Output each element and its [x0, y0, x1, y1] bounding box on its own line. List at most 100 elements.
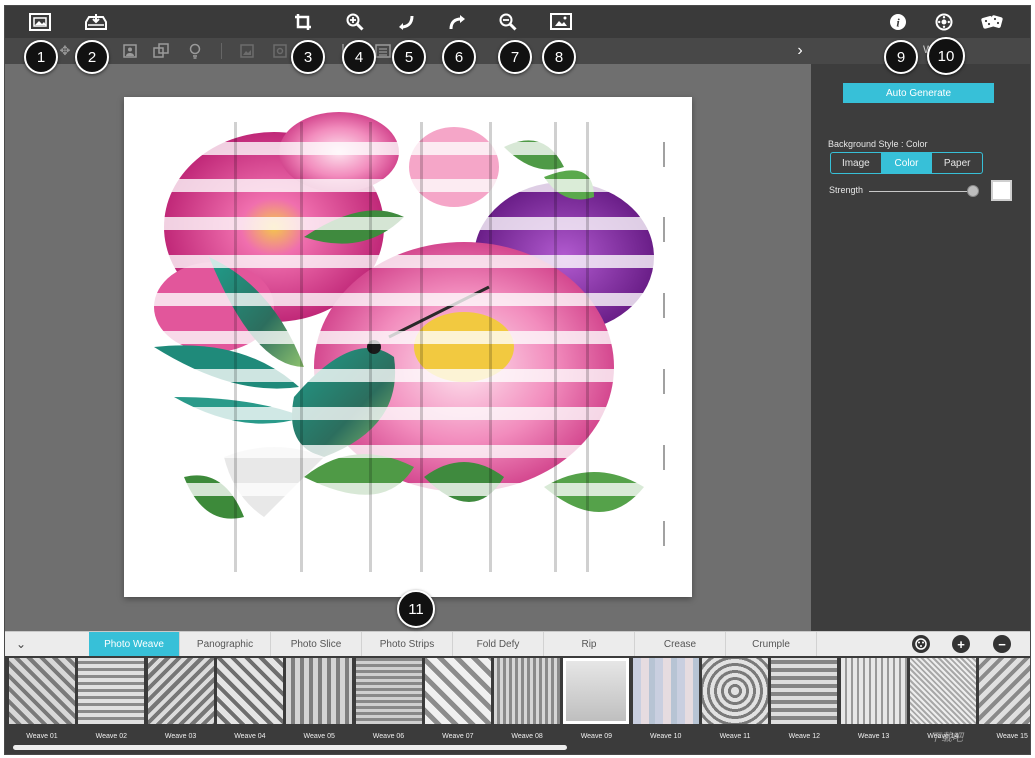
preset-thumbnail[interactable]: Weave 12: [771, 658, 838, 740]
list-icon[interactable]: [373, 42, 393, 60]
preset-thumbnail-label: Weave 01: [26, 733, 58, 740]
lightbulb-icon[interactable]: [185, 42, 205, 60]
canvas-area[interactable]: [5, 64, 811, 631]
preset-thumbnail-image: [702, 658, 768, 724]
background-style-label: Background Style : Color: [828, 139, 928, 149]
tab-panographic[interactable]: Panographic: [180, 632, 271, 657]
random-preset-icon[interactable]: [912, 635, 930, 653]
effects-tabbar: ⌄ Photo Weave Panographic Photo Slice Ph…: [5, 631, 1030, 657]
tab-photo-strips[interactable]: Photo Strips: [362, 632, 453, 657]
style-option-color[interactable]: Color: [881, 153, 933, 173]
target-icon[interactable]: [270, 42, 290, 60]
preset-thumbnail-label: Weave 12: [788, 733, 820, 740]
info-icon[interactable]: i: [885, 10, 911, 34]
strength-label: Strength: [829, 185, 864, 195]
zoom-out-icon[interactable]: [495, 10, 521, 34]
strength-slider-track[interactable]: [869, 191, 975, 192]
style-option-paper[interactable]: Paper: [932, 153, 982, 173]
preset-thumbnail[interactable]: Weave 15: [979, 658, 1030, 740]
background-style-selector: Image Color Paper: [830, 152, 983, 174]
tab-crease[interactable]: Crease: [635, 632, 726, 657]
zoom-in-icon[interactable]: [342, 10, 368, 34]
tab-photo-slice[interactable]: Photo Slice: [271, 632, 362, 657]
preset-thumbnail-label: Weave 03: [164, 733, 197, 740]
preset-thumbnail[interactable]: Weave 04: [216, 658, 283, 740]
undo-icon[interactable]: [393, 10, 419, 34]
preset-thumbnail[interactable]: Weave 07: [424, 658, 491, 740]
photo-weave-artwork: [154, 112, 665, 572]
settings-icon[interactable]: [931, 10, 957, 34]
strength-slider-thumb[interactable]: [966, 185, 979, 197]
auto-generate-button[interactable]: Auto Generate: [843, 83, 994, 103]
preset-thumbnail-label: Weave 08: [511, 733, 543, 740]
redo-icon[interactable]: [445, 10, 471, 34]
preset-thumbnail[interactable]: Weave 01: [9, 658, 75, 740]
tab-photo-weave[interactable]: Photo Weave: [89, 632, 180, 657]
save-icon[interactable]: [83, 10, 109, 34]
preset-thumbnail-image: [355, 658, 422, 724]
preset-thumbnail-label: Weave 10: [649, 733, 682, 740]
tab-rip[interactable]: Rip: [544, 632, 635, 657]
annotation-badge-7: 7: [498, 40, 532, 74]
portrait-icon[interactable]: [120, 42, 140, 60]
preset-thumbnail-image: [147, 658, 214, 724]
preset-thumbnail-image: [286, 658, 353, 724]
preset-thumbnail-image: [216, 658, 283, 724]
watermark: 下载吧: [930, 732, 963, 744]
preset-thumbnail-image: [424, 658, 491, 724]
chevron-down-icon[interactable]: ⌄: [11, 636, 31, 652]
settings-panel: Auto Generate Background Style : Color I…: [811, 64, 1030, 631]
preset-thumbnail-image: [771, 658, 838, 724]
preset-thumbnail[interactable]: Weave 08: [494, 658, 561, 740]
annotation-badge-10: 10: [927, 37, 965, 75]
preset-thumbnail-image: [909, 658, 976, 724]
main-toolbar: i: [5, 6, 1030, 38]
style-option-image[interactable]: Image: [831, 153, 882, 173]
preset-thumbnail-label: Weave 15: [996, 733, 1028, 740]
preset-thumbnail-label: Weave 02: [95, 733, 127, 740]
panel-header: W: [811, 38, 1030, 64]
annotation-badge-5: 5: [392, 40, 426, 74]
dice-icon[interactable]: [979, 10, 1005, 34]
preset-thumbnail[interactable]: Weave 05: [286, 658, 353, 740]
annotation-badge-4: 4: [342, 40, 376, 74]
open-image-icon[interactable]: [27, 10, 53, 34]
tab-fold-defy[interactable]: Fold Defy: [453, 632, 544, 657]
annotation-badge-3: 3: [291, 40, 325, 74]
annotation-badge-6: 6: [442, 40, 476, 74]
preset-thumbnail-image: [563, 658, 630, 724]
annotation-badge-2: 2: [75, 40, 109, 74]
preset-thumbnail[interactable]: Weave 09: [563, 658, 630, 740]
preset-thumbnail-label: Weave 07: [442, 733, 474, 740]
fit-image-icon[interactable]: [548, 10, 574, 34]
preset-thumbnail[interactable]: Weave 06: [355, 658, 422, 740]
tab-crumple[interactable]: Crumple: [726, 632, 817, 657]
preset-thumbnail-image: [494, 658, 561, 724]
move-icon[interactable]: ✥: [55, 42, 75, 60]
preset-thumbnail[interactable]: Weave 14: [909, 658, 976, 740]
chevron-right-icon[interactable]: ›: [790, 42, 810, 60]
add-preset-icon[interactable]: +: [952, 635, 970, 653]
annotation-badge-9: 9: [884, 40, 918, 74]
preset-thumbnail[interactable]: Weave 11: [702, 658, 768, 740]
preset-thumbnail-label: Weave 04: [234, 733, 266, 740]
image-tool-icon[interactable]: [237, 42, 257, 60]
preset-thumbnail-label: Weave 06: [372, 733, 405, 740]
remove-preset-icon[interactable]: −: [993, 635, 1011, 653]
background-color-swatch[interactable]: [991, 180, 1012, 201]
preset-thumbnail[interactable]: Weave 02: [78, 658, 145, 740]
artwork-canvas[interactable]: [124, 97, 692, 597]
preset-thumbnail[interactable]: Weave 13: [840, 658, 907, 740]
preset-thumbnail-image: [9, 658, 75, 724]
preset-thumbnail-image: [78, 658, 145, 724]
preset-thumbnail-image: [840, 658, 907, 724]
preset-thumbnail[interactable]: Weave 10: [632, 658, 699, 740]
annotation-badge-8: 8: [542, 40, 576, 74]
preset-thumbnail[interactable]: Weave 03: [147, 658, 214, 740]
preset-thumbnail-label: Weave 11: [719, 733, 751, 740]
layers-icon[interactable]: [151, 42, 171, 60]
thumbnail-scrollbar[interactable]: [13, 745, 567, 750]
app-window: i ✥ › W: [4, 5, 1031, 755]
crop-icon[interactable]: [290, 10, 316, 34]
preset-thumbnails: Weave 01 Weave 02 Weave 03 Weave 04 Weave 05…: [5, 656, 1030, 754]
